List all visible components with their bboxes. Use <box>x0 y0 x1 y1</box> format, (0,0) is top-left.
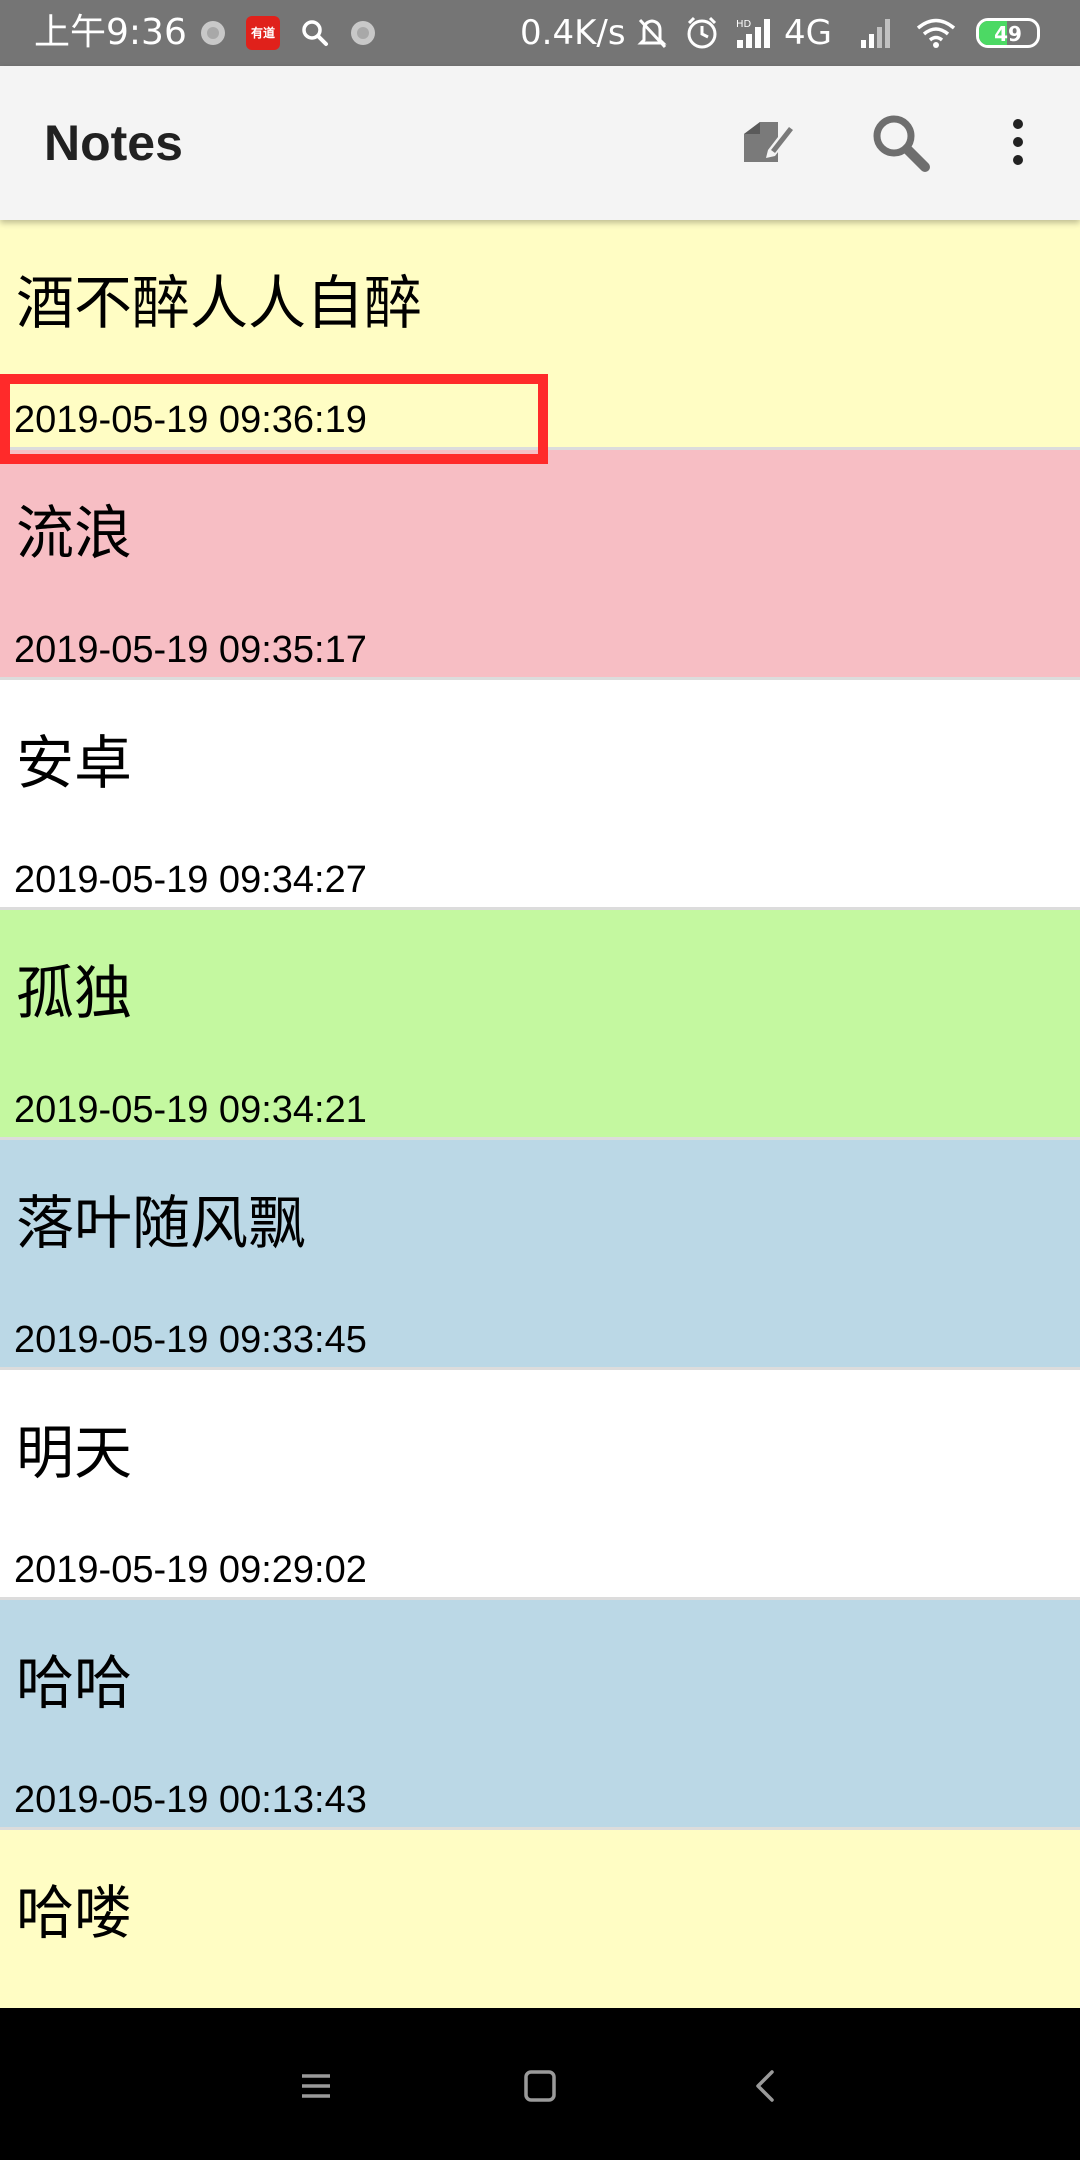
app-bar: Notes <box>0 66 1080 220</box>
battery-icon: 49 <box>976 18 1040 48</box>
app-title: Notes <box>44 115 183 171</box>
back-button[interactable] <box>726 2048 806 2128</box>
more-options-icon <box>1008 112 1028 176</box>
more-options-button[interactable] <box>980 106 1056 182</box>
note-timestamp: 2019-05-19 09:29:02 <box>14 1549 367 1591</box>
note-timestamp: 2019-05-19 09:33:45 <box>14 1319 367 1361</box>
mute-bell-icon <box>632 16 672 50</box>
note-item[interactable]: 安卓 2019-05-19 09:34:27 <box>0 680 1080 910</box>
note-timestamp: 2019-05-19 00:13:43 <box>14 1779 367 1821</box>
net-speed: 0.4K/s <box>520 13 626 53</box>
home-icon <box>520 2066 560 2110</box>
notification-dot-icon <box>196 16 230 50</box>
notification-dot-icon <box>346 16 380 50</box>
signal-icon <box>858 16 896 50</box>
note-timestamp: 2019-05-19 09:34:21 <box>14 1089 367 1131</box>
note-timestamp: 2019-05-19 09:34:27 <box>14 859 367 901</box>
menu-button[interactable] <box>276 2048 356 2128</box>
note-item[interactable]: 明天 2019-05-19 09:29:02 <box>0 1370 1080 1600</box>
note-title: 落叶随风飘 <box>16 1189 307 1257</box>
search-button[interactable] <box>862 106 938 182</box>
battery-level: 49 <box>994 22 1022 46</box>
menu-icon <box>296 2066 336 2110</box>
status-bar: 上午9:36 有道 0.4K/s HD 4G 49 <box>0 0 1080 66</box>
new-note-button[interactable] <box>730 106 806 182</box>
note-title: 明天 <box>16 1419 133 1487</box>
note-title: 酒不醉人人自醉 <box>16 269 423 337</box>
navigation-bar <box>0 2008 1080 2160</box>
screen: 上午9:36 有道 0.4K/s HD 4G 49 Notes 酒不醉人人自醉 … <box>0 0 1080 2160</box>
youdao-app-icon: 有道 <box>244 16 282 50</box>
note-item[interactable]: 哈哈 2019-05-19 00:13:43 <box>0 1600 1080 1830</box>
youdao-badge-text: 有道 <box>250 26 275 40</box>
network-type: 4G <box>784 13 832 53</box>
note-title: 安卓 <box>16 729 133 797</box>
search-icon <box>867 109 933 179</box>
back-icon <box>746 2066 786 2110</box>
note-title: 哈哈 <box>16 1649 133 1717</box>
note-item[interactable]: 流浪 2019-05-19 09:35:17 <box>0 450 1080 680</box>
note-title: 哈喽 <box>16 1879 133 1947</box>
status-time: 上午9:36 <box>34 12 187 53</box>
notes-list: 酒不醉人人自醉 2019-05-19 09:36:19 流浪 2019-05-1… <box>0 220 1080 2008</box>
note-timestamp: 2019-05-19 09:35:17 <box>14 629 367 671</box>
note-item[interactable]: 孤独 2019-05-19 09:34:21 <box>0 910 1080 1140</box>
alarm-icon <box>682 16 722 50</box>
note-title: 流浪 <box>16 499 133 567</box>
hd-signal-icon: HD <box>734 16 776 50</box>
note-title: 孤独 <box>16 959 133 1027</box>
home-button[interactable] <box>500 2048 580 2128</box>
wifi-icon <box>914 16 958 50</box>
svg-text:HD: HD <box>736 19 752 30</box>
new-note-icon <box>738 112 798 176</box>
search-icon <box>298 16 332 50</box>
note-item[interactable]: 酒不醉人人自醉 2019-05-19 09:36:19 <box>0 220 1080 450</box>
note-timestamp: 2019-05-19 09:36:19 <box>14 399 367 441</box>
note-item[interactable]: 落叶随风飘 2019-05-19 09:33:45 <box>0 1140 1080 1370</box>
note-item[interactable]: 哈喽 <box>0 1830 1080 2008</box>
